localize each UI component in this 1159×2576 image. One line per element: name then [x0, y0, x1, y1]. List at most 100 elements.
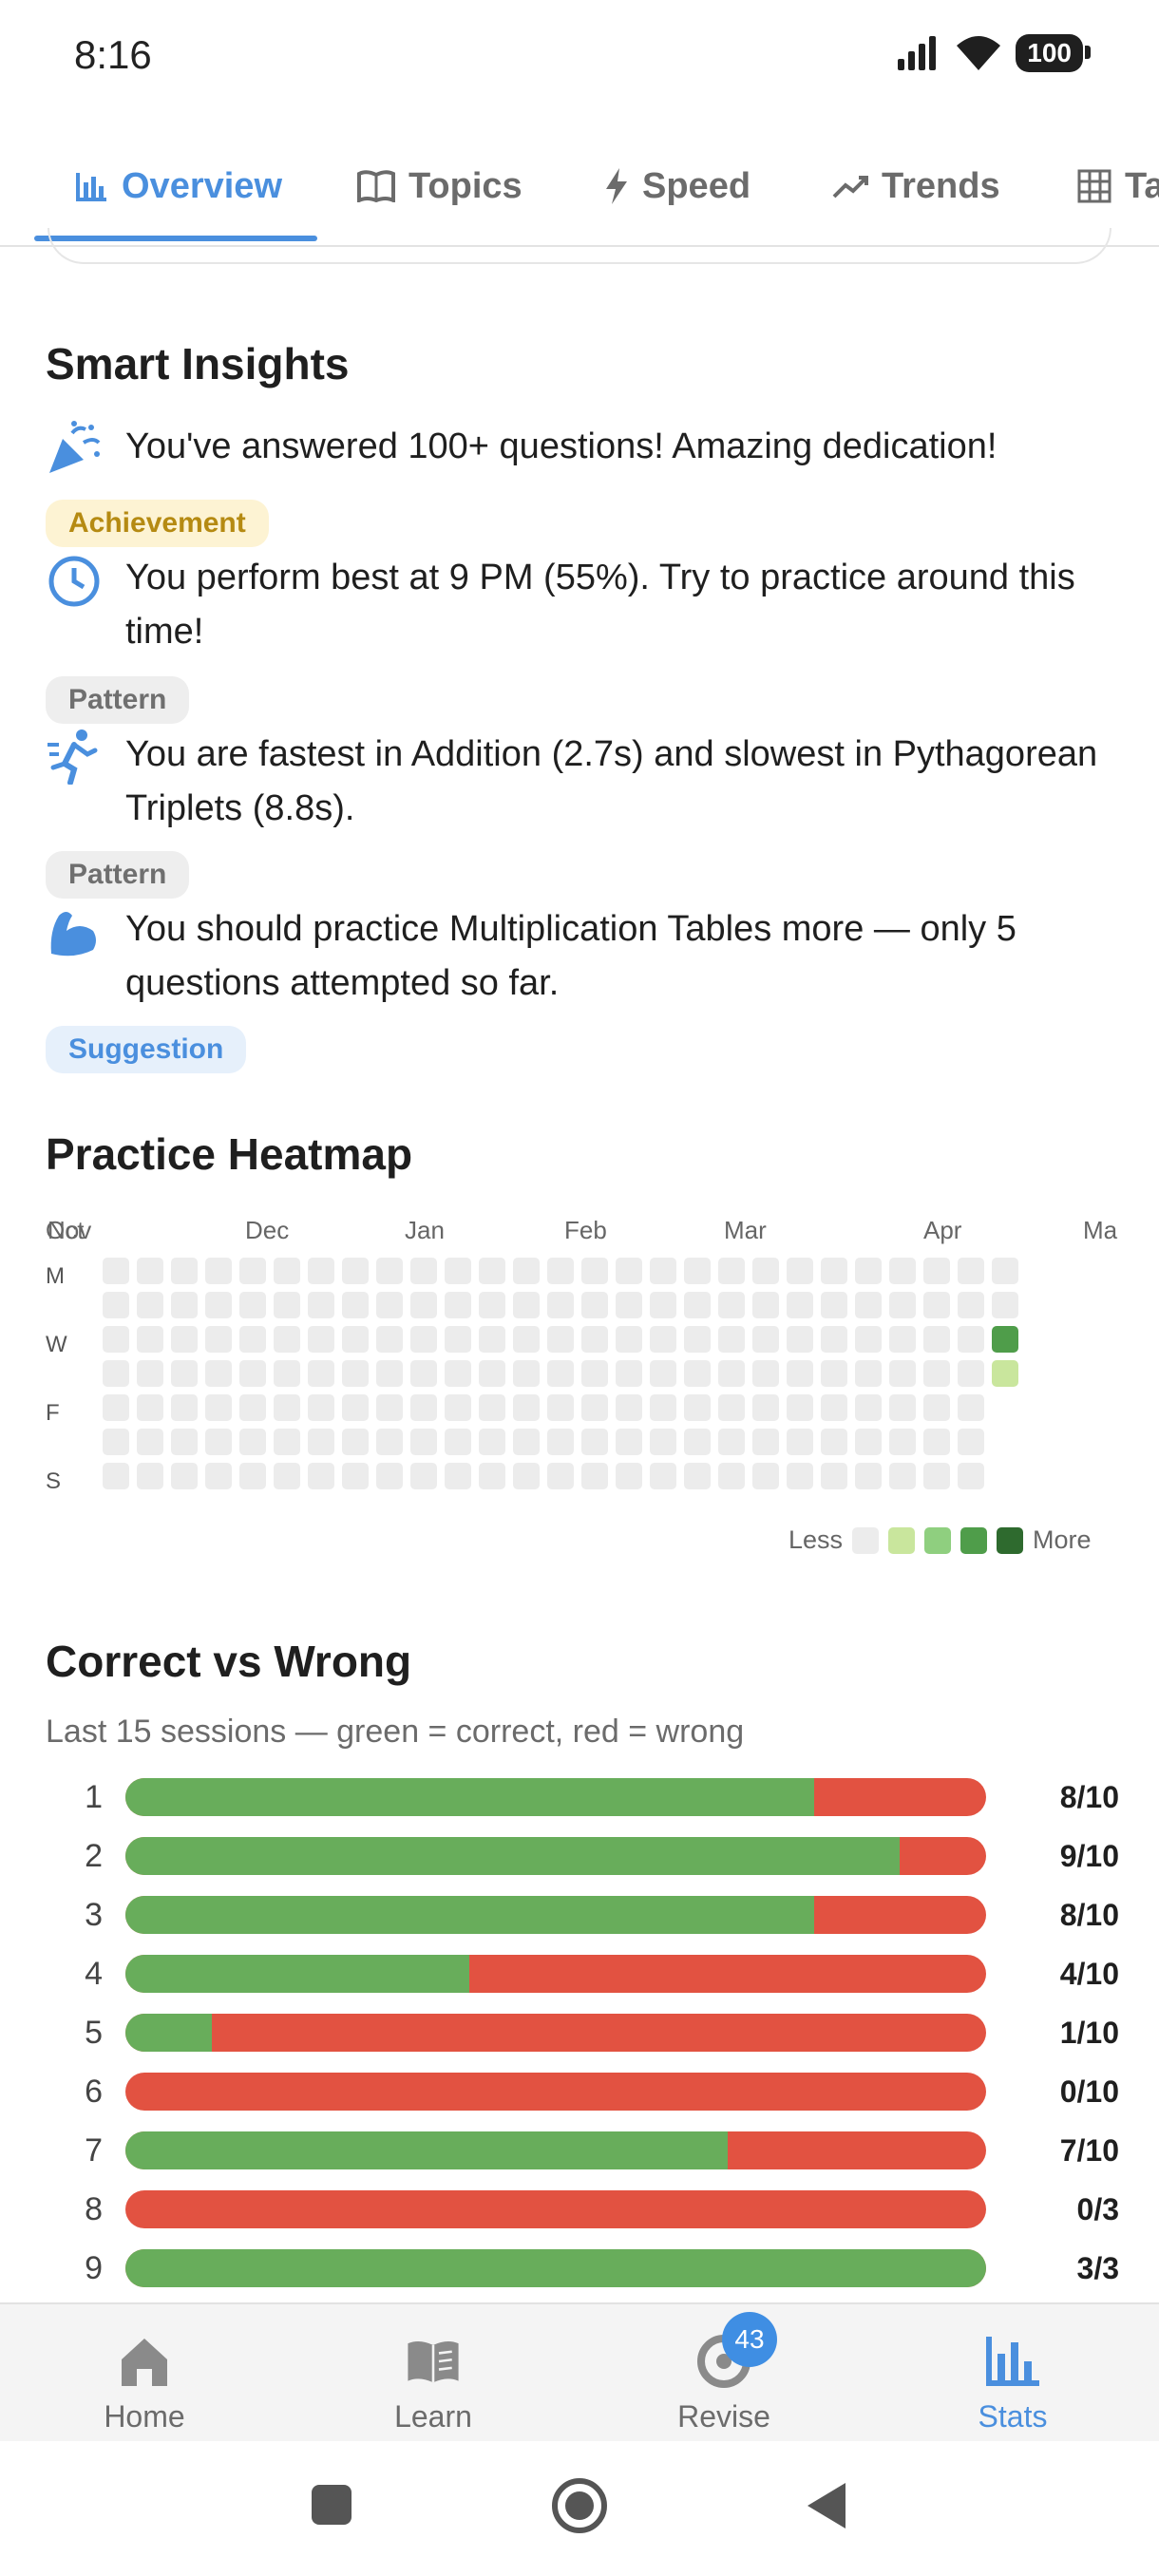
heatmap-month: Dec	[245, 1216, 290, 1244]
bottom-nav: Home Learn Revise Stats	[0, 2302, 1159, 2443]
heatmap-cell	[855, 1429, 882, 1455]
heatmap-cell	[547, 1394, 574, 1421]
legend-more-label: More	[1033, 1525, 1092, 1554]
runner-icon	[48, 729, 98, 785]
insight-text: You should practice Multiplication Table…	[125, 909, 1016, 1003]
heatmap-cell	[308, 1394, 334, 1421]
heatmap-cell	[513, 1429, 540, 1455]
heatmap-cell	[342, 1258, 369, 1284]
session-bar	[125, 1896, 986, 1934]
heatmap-cell	[787, 1463, 813, 1489]
tab-trends[interactable]: Trends	[832, 133, 1000, 239]
heatmap-cell	[787, 1292, 813, 1318]
heatmap-legend: Less More	[788, 1525, 1092, 1555]
nav-stats[interactable]: Stats	[918, 2333, 1108, 2434]
heatmap-cell	[547, 1292, 574, 1318]
heatmap-cell	[376, 1292, 403, 1318]
heatmap-cell	[581, 1258, 608, 1284]
heatmap-cell	[718, 1292, 745, 1318]
session-row: 3 8/10	[46, 1894, 1119, 1936]
legend-swatch	[924, 1526, 952, 1554]
heatmap-cell	[479, 1394, 505, 1421]
heatmap-cell	[958, 1258, 984, 1284]
recents-button[interactable]	[310, 2483, 353, 2527]
heatmap-cell	[137, 1326, 163, 1353]
heatmap-cell	[752, 1360, 779, 1387]
revise-count-badge: 43	[722, 2312, 777, 2367]
session-bar	[125, 2073, 986, 2111]
heatmap-cell	[171, 1326, 198, 1353]
heatmap-cell	[137, 1360, 163, 1387]
heatmap-cell	[274, 1463, 300, 1489]
insight-text: You perform best at 9 PM (55%). Try to p…	[125, 558, 1075, 652]
session-score: 8/10	[1059, 1898, 1119, 1932]
heatmap-cell	[445, 1360, 471, 1387]
nav-home[interactable]: Home	[49, 2333, 239, 2434]
heatmap-cell	[821, 1394, 847, 1421]
nav-home-label: Home	[104, 2399, 185, 2434]
session-bar	[125, 1837, 986, 1875]
heatmap-cell	[513, 1326, 540, 1353]
heatmap-cell	[103, 1463, 129, 1489]
back-system-button[interactable]	[804, 2481, 847, 2530]
tab-overview-label: Overview	[122, 165, 282, 206]
heatmap-cell	[342, 1463, 369, 1489]
heatmap-cell	[787, 1326, 813, 1353]
heatmap-cell	[308, 1292, 334, 1318]
heatmap-cell	[752, 1292, 779, 1318]
heatmap-cell	[479, 1463, 505, 1489]
heatmap-cell	[239, 1360, 266, 1387]
legend-less-label: Less	[788, 1525, 844, 1554]
session-correct-fill	[125, 1837, 901, 1875]
heatmap-cell	[718, 1326, 745, 1353]
heatmap-cell	[855, 1463, 882, 1489]
insight-text: You are fastest in Addition (2.7s) and s…	[125, 734, 1098, 828]
legend-swatch	[888, 1526, 916, 1554]
heatmap-cell	[889, 1292, 916, 1318]
heatmap-cell	[445, 1394, 471, 1421]
session-score: 1/10	[1059, 2016, 1119, 2050]
heatmap-cell	[752, 1258, 779, 1284]
tab-overview[interactable]: Overview	[74, 133, 282, 239]
heatmap-cell	[581, 1394, 608, 1421]
heatmap-cell	[616, 1326, 642, 1353]
heatmap-cell	[923, 1429, 950, 1455]
pattern-badge: Pattern	[46, 676, 190, 724]
tab-speed[interactable]: Speed	[604, 133, 750, 239]
heatmap-cell	[137, 1463, 163, 1489]
heatmap-cell	[958, 1326, 984, 1353]
heatmap-cell	[274, 1394, 300, 1421]
previous-card-edge	[48, 228, 1112, 264]
session-bar	[125, 2131, 986, 2169]
home-system-button[interactable]	[551, 2477, 608, 2534]
heatmap-cell	[752, 1394, 779, 1421]
heatmap-cell	[103, 1258, 129, 1284]
heatmap-cell	[684, 1258, 711, 1284]
session-number: 2	[85, 1838, 103, 1874]
heatmap-month: Feb	[564, 1216, 607, 1244]
heatmap-cell	[513, 1394, 540, 1421]
heatmap-cell	[137, 1292, 163, 1318]
heatmap-cell	[684, 1292, 711, 1318]
heatmap-cell	[684, 1463, 711, 1489]
nav-learn[interactable]: Learn	[338, 2333, 528, 2434]
tab-table[interactable]: Ta	[1077, 133, 1159, 239]
heatmap-cell	[923, 1360, 950, 1387]
session-number: 1	[85, 1779, 103, 1815]
session-row: 7 7/10	[46, 2130, 1119, 2171]
heatmap-day: M	[46, 1263, 65, 1289]
tab-topics[interactable]: Topics	[357, 133, 522, 239]
heatmap-cell	[547, 1463, 574, 1489]
heatmap-cell	[684, 1394, 711, 1421]
heatmap-cell	[410, 1360, 437, 1387]
heatmap-cell	[650, 1326, 676, 1353]
nav-revise-label: Revise	[677, 2399, 770, 2434]
heatmap-cell	[445, 1258, 471, 1284]
heatmap-cell	[376, 1394, 403, 1421]
heatmap-cell	[821, 1258, 847, 1284]
heatmap-cell	[718, 1463, 745, 1489]
heatmap-cell	[684, 1429, 711, 1455]
heatmap-cell	[342, 1292, 369, 1318]
heatmap-cell	[855, 1258, 882, 1284]
session-bar	[125, 1955, 986, 1993]
